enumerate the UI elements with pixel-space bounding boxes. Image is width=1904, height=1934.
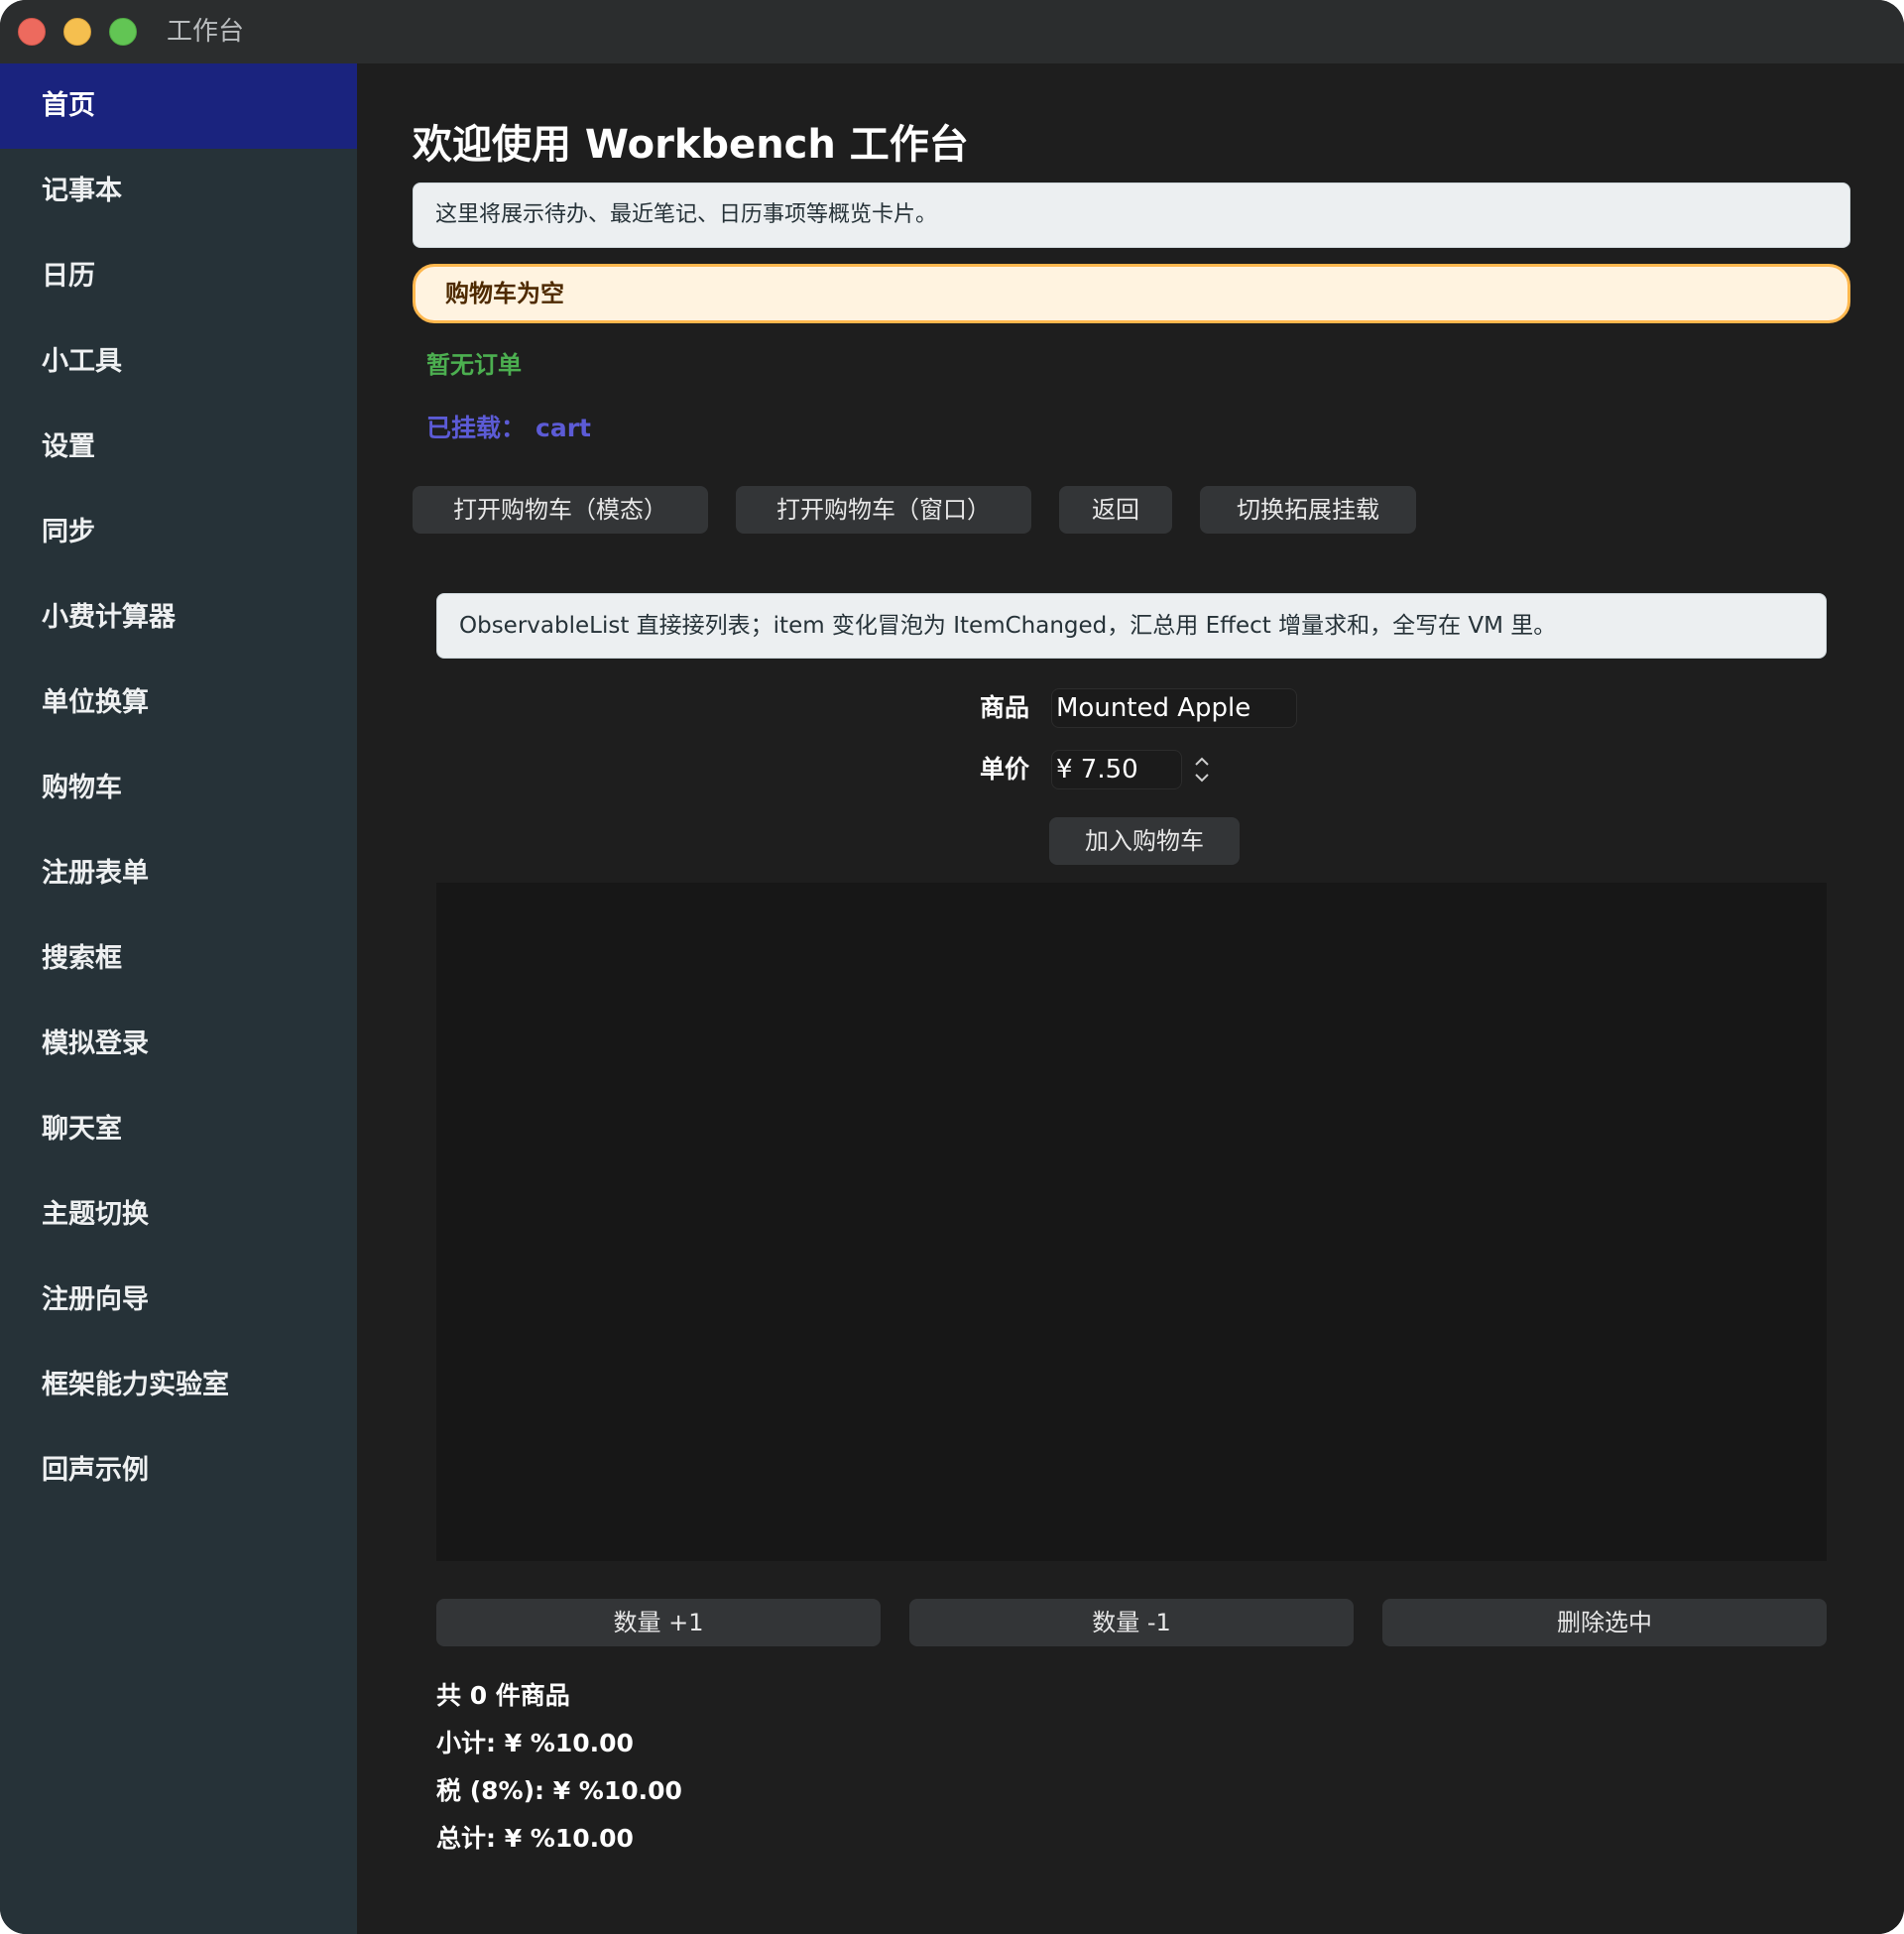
delete-selected-button[interactable]: 删除选中: [1382, 1599, 1827, 1646]
cart-item-list[interactable]: [436, 883, 1827, 1561]
back-button[interactable]: 返回: [1059, 486, 1172, 534]
sidebar-item-search-box[interactable]: 搜索框: [0, 916, 357, 1002]
description-card: ObservableList 直接接列表；item 变化冒泡为 ItemChan…: [436, 593, 1827, 659]
sidebar-item-mock-login[interactable]: 模拟登录: [0, 1002, 357, 1087]
orders-status-text: 暂无订单: [426, 351, 522, 379]
title-bar: 工作台: [0, 0, 1904, 64]
mounted-label: 已挂载：: [426, 414, 527, 442]
sidebar-item-sync[interactable]: 同步: [0, 490, 357, 575]
sidebar-item-echo-example[interactable]: 回声示例: [0, 1428, 357, 1513]
mounted-value: cart: [536, 414, 591, 442]
main-content: 欢迎使用 Workbench 工作台 这里将展示待办、最近笔记、日历事项等概览卡…: [357, 63, 1904, 1934]
toggle-extension-button[interactable]: 切换拓展挂载: [1200, 486, 1416, 534]
page-title: 欢迎使用 Workbench 工作台: [413, 122, 969, 168]
window-title: 工作台: [167, 17, 245, 47]
sidebar-item-theme-switch[interactable]: 主题切换: [0, 1172, 357, 1258]
product-label: 商品: [980, 693, 1030, 722]
sidebar-item-registration-form[interactable]: 注册表单: [0, 831, 357, 916]
sidebar-item-tools[interactable]: 小工具: [0, 319, 357, 405]
cart-status-banner: 购物车为空: [413, 264, 1850, 323]
sidebar-item-notepad[interactable]: 记事本: [0, 149, 357, 234]
subtotal-text: 小计: ¥ %10.00: [436, 1729, 634, 1757]
price-label: 单价: [980, 755, 1030, 784]
overview-card: 这里将展示待办、最近笔记、日历事项等概览卡片。: [413, 182, 1850, 248]
chevron-down-icon[interactable]: [1195, 774, 1209, 783]
chevron-up-icon[interactable]: [1195, 757, 1209, 766]
open-cart-modal-button[interactable]: 打开购物车（模态）: [413, 486, 708, 534]
quantity-plus-button[interactable]: 数量 +1: [436, 1599, 881, 1646]
sidebar-item-settings[interactable]: 设置: [0, 405, 357, 490]
price-input[interactable]: ¥ 7.50: [1051, 750, 1182, 789]
app-window: 工作台 首页 记事本 日历 小工具 设置 同步 小费计算器 单位换算 购物车 注…: [0, 0, 1904, 1934]
sidebar-item-chat-room[interactable]: 聊天室: [0, 1087, 357, 1172]
minimize-window-button[interactable]: [63, 18, 91, 46]
total-text: 总计: ¥ %10.00: [436, 1824, 634, 1853]
sidebar-item-calendar[interactable]: 日历: [0, 234, 357, 319]
zoom-window-button[interactable]: [109, 18, 137, 46]
mounted-status: 已挂载： cart: [426, 411, 591, 446]
add-to-cart-button[interactable]: 加入购物车: [1049, 817, 1240, 865]
sidebar-item-tip-calculator[interactable]: 小费计算器: [0, 575, 357, 661]
sidebar-item-framework-lab[interactable]: 框架能力实验室: [0, 1343, 357, 1428]
sidebar: 首页 记事本 日历 小工具 设置 同步 小费计算器 单位换算 购物车 注册表单 …: [0, 63, 357, 1934]
close-window-button[interactable]: [18, 18, 46, 46]
tax-text: 税 (8%): ¥ %10.00: [436, 1776, 682, 1805]
product-input[interactable]: Mounted Apple: [1051, 688, 1297, 728]
open-cart-window-button[interactable]: 打开购物车（窗口）: [736, 486, 1031, 534]
item-count-text: 共 0 件商品: [436, 1681, 570, 1710]
sidebar-item-unit-converter[interactable]: 单位换算: [0, 661, 357, 746]
sidebar-item-registration-wizard[interactable]: 注册向导: [0, 1258, 357, 1343]
price-stepper[interactable]: [1190, 752, 1214, 787]
sidebar-item-shopping-cart[interactable]: 购物车: [0, 746, 357, 831]
sidebar-item-home[interactable]: 首页: [0, 63, 357, 149]
quantity-minus-button[interactable]: 数量 -1: [909, 1599, 1354, 1646]
